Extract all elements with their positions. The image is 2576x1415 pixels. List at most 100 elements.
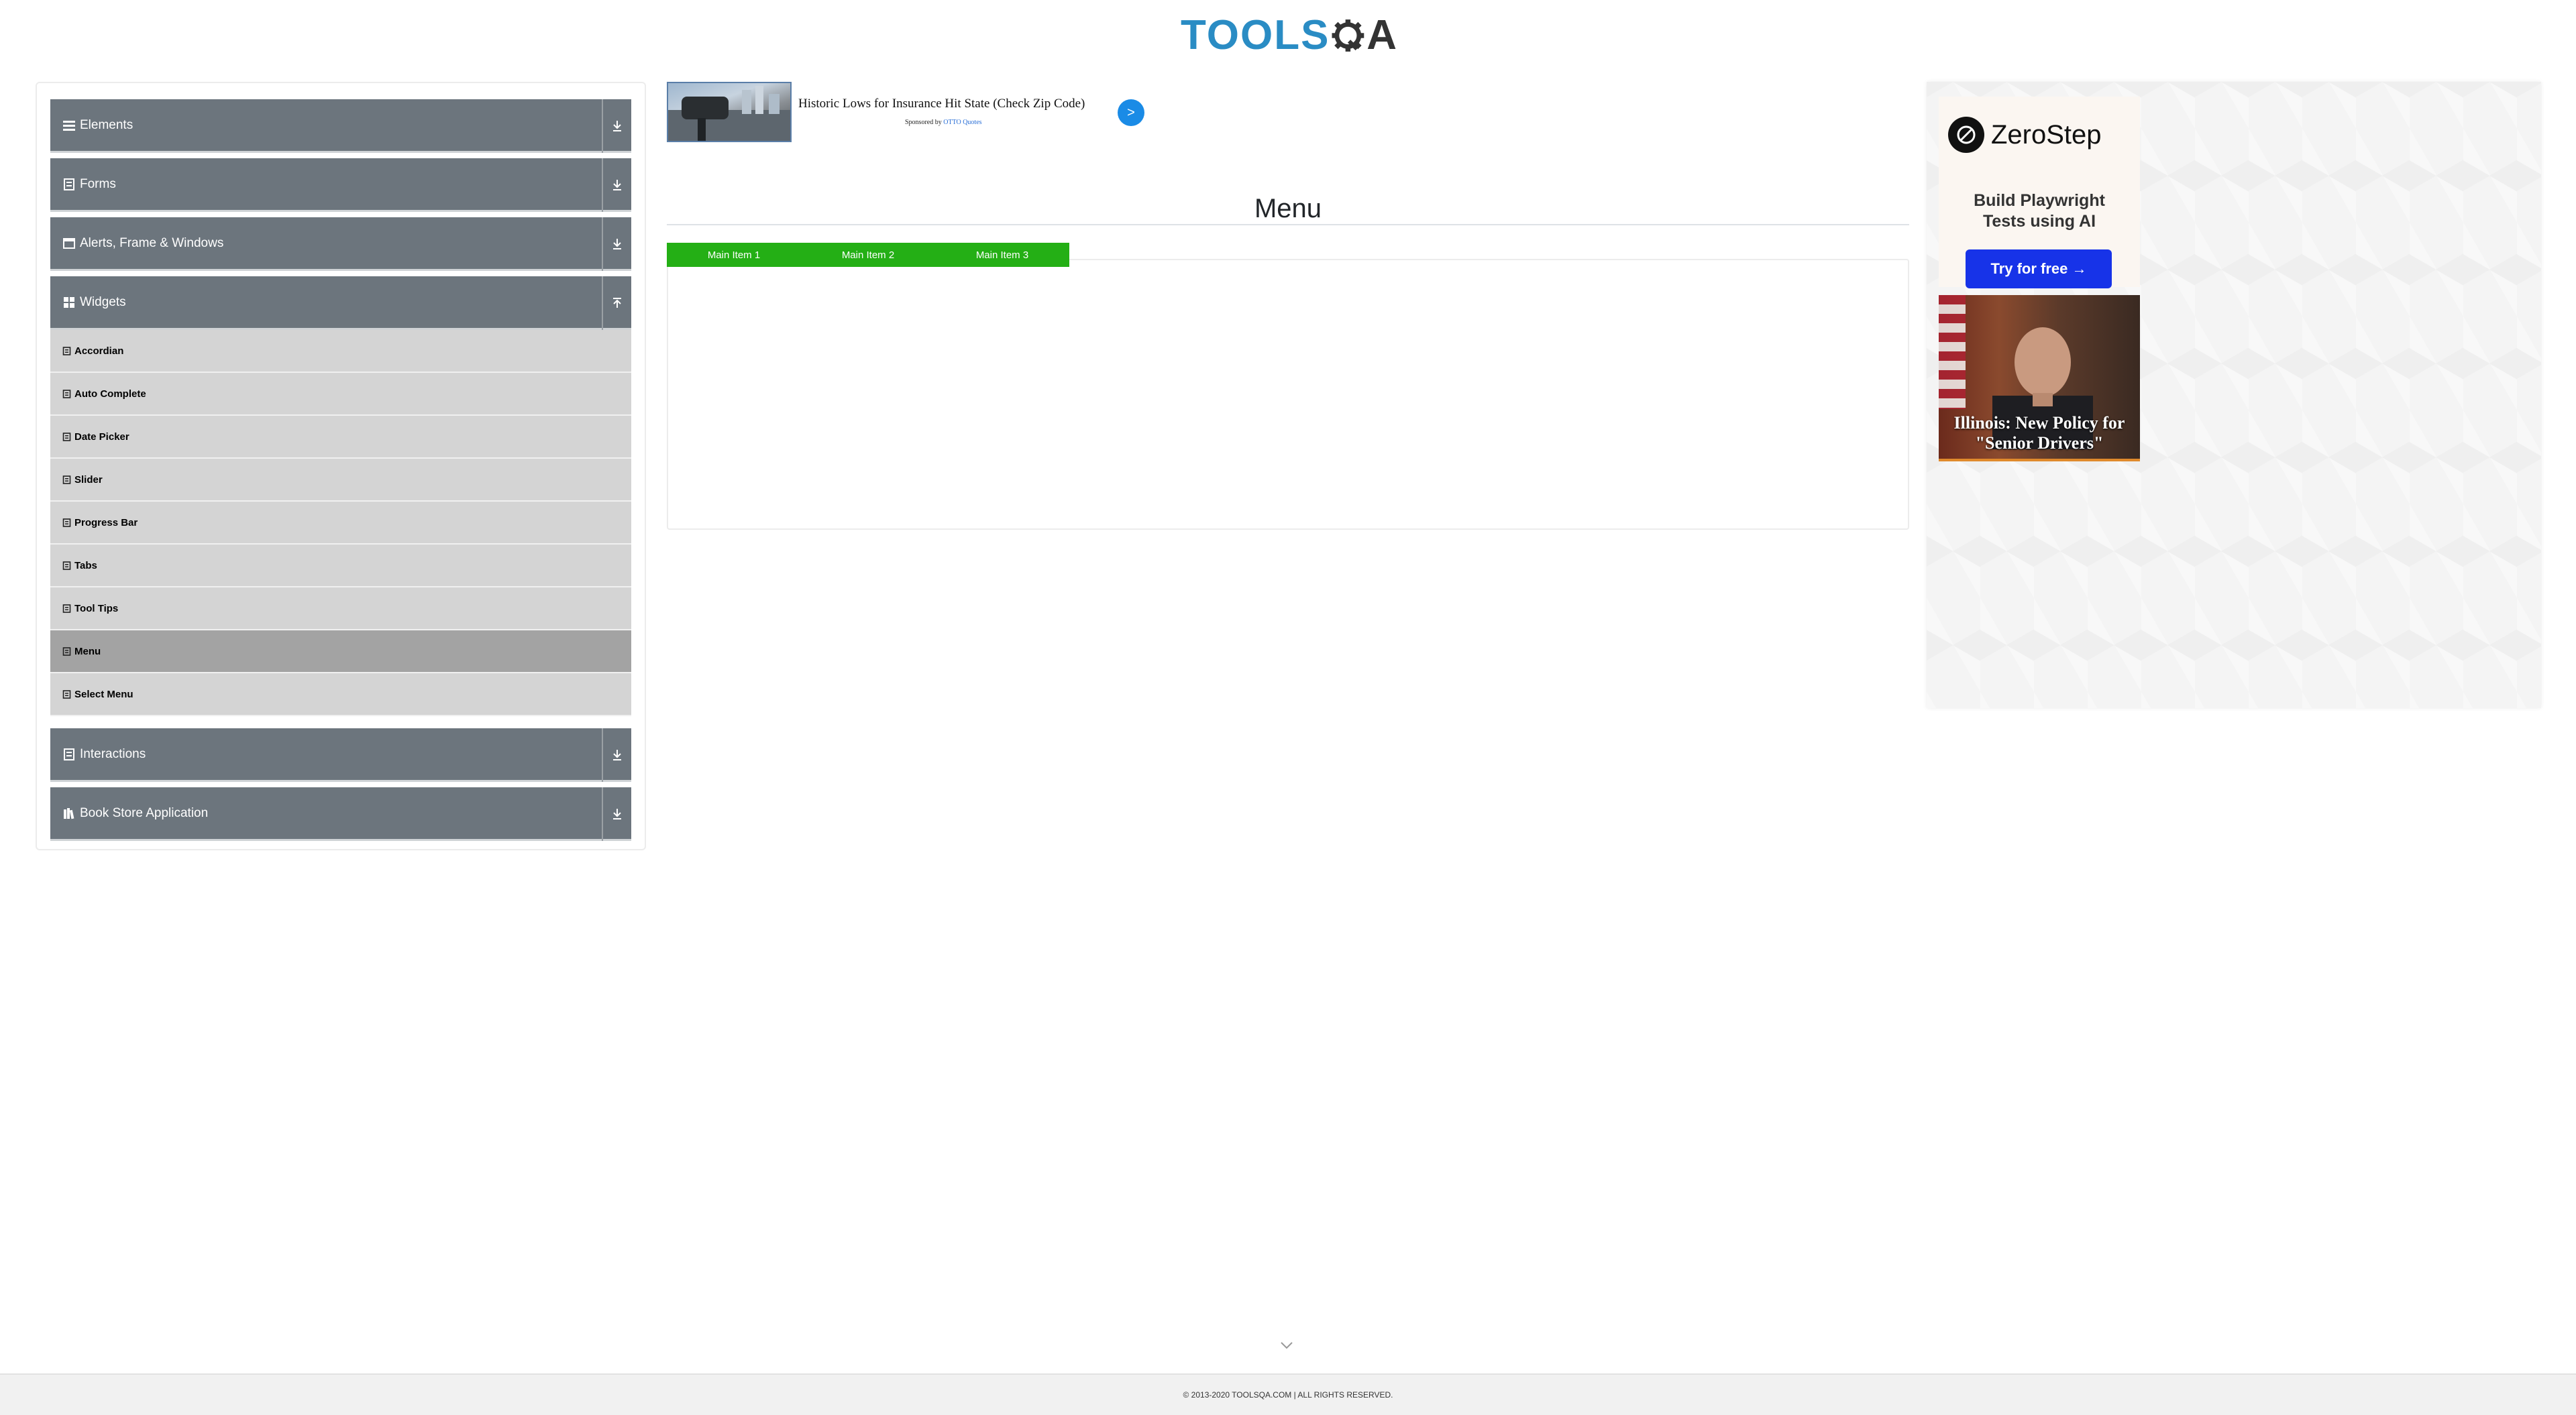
news-ad-card[interactable]: Illinois: New Policy for "Senior Drivers…	[1939, 295, 2140, 461]
download-arrow-icon	[613, 809, 621, 819]
menu-item-label: Progress Bar	[74, 516, 138, 528]
menu-item-label: Date Picker	[74, 431, 129, 443]
window-icon	[63, 237, 75, 249]
menu-item-date-picker[interactable]: Date Picker	[50, 416, 631, 459]
group-label: Interactions	[80, 746, 146, 761]
page-footer: © 2013-2020 TOOLSQA.COM | ALL RIGHTS RES…	[0, 1373, 2576, 1415]
menu-item-label: Tabs	[74, 559, 97, 571]
menu-item-label: Select Menu	[74, 688, 133, 700]
list-item-icon	[62, 646, 71, 656]
tagline-line-1: Build Playwright	[1974, 191, 2105, 210]
expand-toggle[interactable]	[602, 217, 631, 271]
group-header-alerts[interactable]: Alerts, Frame & Windows	[50, 217, 631, 271]
menu-content-area: ​	[667, 259, 1909, 530]
list-item-icon	[62, 604, 71, 613]
menu-item-label: Accordian	[74, 345, 124, 357]
copyright-text: © 2013-2020 TOOLSQA.COM | ALL RIGHTS RES…	[1183, 1390, 1393, 1400]
tagline-line-2: Tests using AI	[1982, 212, 2096, 231]
chevron-down-icon[interactable]	[1277, 1339, 1296, 1352]
group-label: Elements	[80, 117, 133, 132]
list-item-icon	[62, 389, 71, 398]
sponsored-prefix: Sponsored by	[905, 119, 942, 126]
menu-item-tool-tips[interactable]: Tool Tips	[50, 587, 631, 630]
menu-item-progress-bar[interactable]: Progress Bar	[50, 502, 631, 545]
zerostep-tagline: Build Playwright Tests using AI	[1939, 190, 2140, 232]
nav-main-item-2[interactable]: Main Item 2	[801, 243, 935, 267]
right-ad-panel: ZeroStep Build Playwright Tests using AI…	[1927, 82, 2541, 708]
zerostep-name: ZeroStep	[1991, 119, 2102, 150]
group-header-widgets[interactable]: Widgets	[50, 276, 631, 330]
group-label: Alerts, Frame & Windows	[80, 235, 224, 250]
flag-image	[1939, 295, 1966, 409]
upload-arrow-icon	[613, 298, 621, 308]
list-item-icon	[62, 432, 71, 441]
list-item-icon	[62, 518, 71, 527]
menu-item-menu[interactable]: Menu	[50, 630, 631, 673]
nav-main-item-3[interactable]: Main Item 3	[935, 243, 1069, 267]
zerostep-brand: ZeroStep	[1948, 117, 2102, 153]
ad-go-button[interactable]: >	[1118, 99, 1144, 126]
download-arrow-icon	[613, 121, 621, 131]
list-item-icon	[62, 475, 71, 484]
try-for-free-button[interactable]: Try for free →	[1966, 249, 2112, 288]
group-header-interactions[interactable]: Interactions	[50, 728, 631, 782]
news-caption-line-2: "Senior Drivers"	[1975, 433, 2104, 453]
menu-item-accordian[interactable]: Accordian	[50, 330, 631, 373]
group-interactions[interactable]: Interactions	[50, 728, 631, 782]
sponsor-link[interactable]: OTTO Quotes	[943, 119, 981, 126]
document-icon	[64, 178, 74, 190]
group-widgets[interactable]: Widgets Accordian Auto Complete Date Pic…	[50, 276, 631, 716]
group-book-store[interactable]: Book Store Application	[50, 787, 631, 841]
page-title: Menu	[1254, 193, 1322, 223]
ad-sponsor-line: Sponsored by OTTO Quotes	[905, 119, 982, 126]
list-item-icon	[62, 689, 71, 699]
news-caption: Illinois: New Policy for "Senior Drivers…	[1939, 413, 2140, 453]
grid-icon	[64, 296, 74, 308]
ad-thumbnail-image[interactable]	[667, 82, 792, 142]
download-arrow-icon	[613, 239, 621, 249]
group-label: Book Store Application	[80, 805, 209, 820]
download-arrow-icon	[613, 180, 621, 190]
group-header-elements[interactable]: Elements	[50, 99, 631, 153]
group-forms[interactable]: Forms	[50, 158, 631, 212]
left-panel: Elements Forms Alerts, Frame & Windows W…	[36, 82, 646, 850]
group-label: Forms	[80, 176, 116, 191]
menu-item-tabs[interactable]: Tabs	[50, 545, 631, 587]
document-icon	[64, 748, 74, 760]
menu-item-label: Menu	[74, 645, 101, 657]
sponsored-ad-banner[interactable]: Historic Lows for Insurance Hit State (C…	[667, 82, 1146, 144]
ad-headline[interactable]: Historic Lows for Insurance Hit State (C…	[798, 97, 1085, 111]
nav-main-item-1[interactable]: Main Item 1	[667, 243, 801, 267]
logo-text: TOOLS	[1181, 12, 1330, 58]
group-label: Widgets	[80, 294, 126, 309]
menu-item-select-menu[interactable]: Select Menu	[50, 673, 631, 716]
widgets-menu-list: Accordian Auto Complete Date Picker Slid…	[50, 330, 631, 716]
title-divider	[667, 224, 1909, 225]
list-item-icon	[62, 561, 71, 570]
menu-item-label: Auto Complete	[74, 388, 146, 400]
menu-item-slider[interactable]: Slider	[50, 459, 631, 502]
chevron-right-icon: >	[1127, 105, 1135, 120]
expand-toggle[interactable]	[602, 728, 631, 782]
hamburger-icon	[63, 120, 75, 131]
camera-image	[668, 86, 790, 141]
menu-item-label: Tool Tips	[74, 602, 119, 614]
group-alerts[interactable]: Alerts, Frame & Windows	[50, 217, 631, 271]
expand-toggle[interactable]	[602, 99, 631, 153]
zerostep-logo-icon	[1948, 117, 1984, 153]
books-icon	[64, 807, 74, 819]
logo-text-suffix: A	[1366, 12, 1397, 58]
zerostep-ad[interactable]: ZeroStep Build Playwright Tests using AI…	[1939, 97, 2140, 288]
menu-item-auto-complete[interactable]: Auto Complete	[50, 373, 631, 416]
group-header-forms[interactable]: Forms	[50, 158, 631, 212]
collapse-toggle[interactable]	[602, 276, 631, 330]
list-item-icon	[62, 346, 71, 355]
expand-toggle[interactable]	[602, 158, 631, 212]
group-header-book-store[interactable]: Book Store Application	[50, 787, 631, 841]
main-nav-menu: Main Item 1 Main Item 2 Main Item 3	[667, 243, 1069, 267]
news-caption-line-1: Illinois: New Policy for	[1953, 413, 2125, 433]
toolsqa-logo[interactable]: TOOLS A	[1181, 9, 1397, 62]
expand-toggle[interactable]	[602, 787, 631, 841]
group-elements[interactable]: Elements	[50, 99, 631, 153]
download-arrow-icon	[613, 750, 621, 760]
